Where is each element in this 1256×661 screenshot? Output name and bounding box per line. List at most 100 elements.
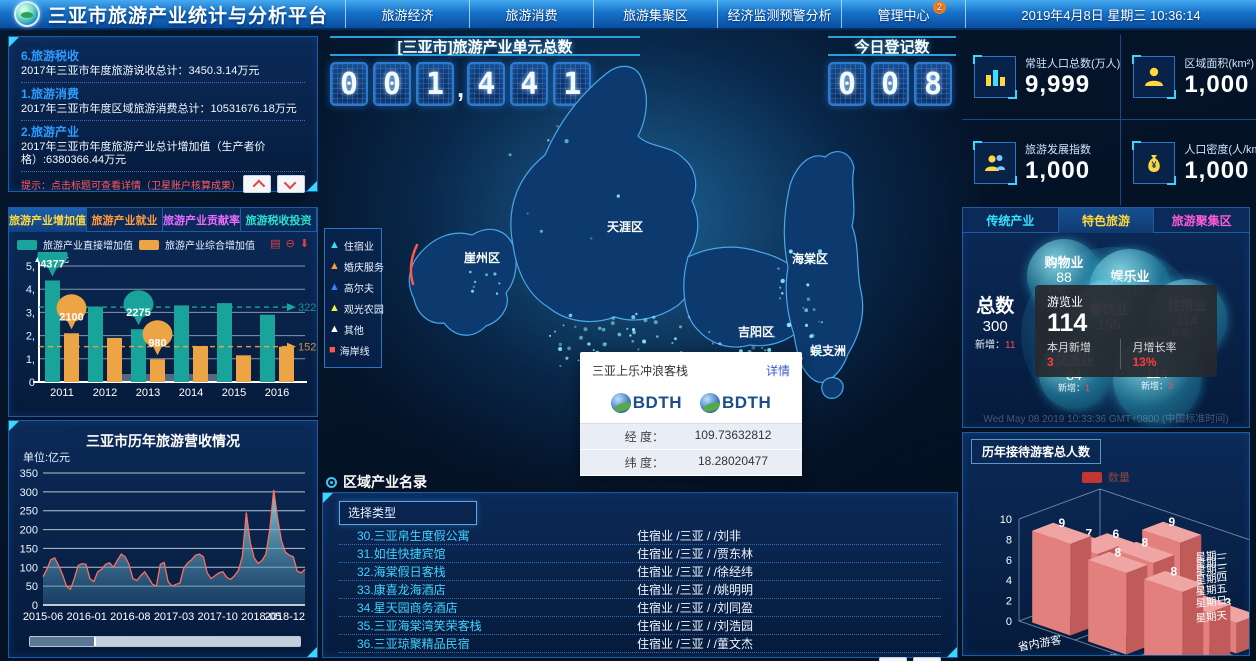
map-legend-item: ▲观光农园	[329, 298, 377, 319]
overview-item-title[interactable]: 6.旅游税收	[21, 47, 305, 64]
svg-text:9: 9	[1169, 515, 1176, 529]
overview-item-title[interactable]: 1.旅游消费	[21, 85, 305, 102]
poi-coordinates: 经 度：109.73632812纬 度：18.28020477	[580, 423, 802, 476]
bdth-logo-text: BDTH	[722, 393, 771, 413]
svg-text:2,: 2,	[26, 331, 35, 343]
poi-detail-link[interactable]: 详情	[766, 362, 790, 379]
industry-tabs: 旅游产业增加值旅游产业就业旅游产业贡献率旅游税收投资	[9, 208, 317, 232]
doc-icon[interactable]: ▤	[270, 239, 280, 250]
overview-item-desc: 2017年三亚市年度区域旅游消费总计：10531676.18万元	[21, 103, 305, 116]
directory-row-detail: 住宿业 /三亚 / /董文杰	[637, 635, 941, 652]
revenue-zoom-slider[interactable]	[29, 636, 301, 647]
svg-text:1,: 1,	[26, 354, 35, 366]
svg-text:2100: 2100	[59, 311, 83, 323]
map-legend-label: 其他	[344, 322, 364, 337]
directory-row-name[interactable]: 34.星天园商务酒店	[339, 599, 637, 616]
industry-bubbles-panel: 传统产业特色旅游旅游聚集区 总数 300 新增：11 购物业88新增：4娱乐业9…	[962, 207, 1250, 428]
kpi-cell: 区域面积(km²)1,000	[1121, 35, 1256, 120]
nav-item-4[interactable]: 经济监测预警分析	[717, 0, 841, 28]
download-icon[interactable]: ⬇	[300, 239, 309, 250]
svg-text:200: 200	[20, 525, 38, 537]
directory-title: 区域产业名录	[343, 472, 427, 492]
directory-row-name[interactable]: 35.三亚海棠湾笑荣客栈	[339, 617, 637, 634]
directory-row[interactable]: 33.康喜龙海酒店住宿业 /三亚 / /姚明明	[339, 581, 941, 599]
directory-row-name[interactable]: 32.海棠假日客栈	[339, 563, 637, 580]
industry-tab-2[interactable]: 旅游产业就业	[87, 208, 163, 232]
nav-item-5[interactable]: 管理中心2	[841, 0, 966, 28]
svg-text:300: 300	[20, 487, 38, 499]
bubble-label: 购物业	[1044, 256, 1083, 270]
legend-label: 旅游产业综合增加值	[165, 237, 255, 252]
directory-next-button[interactable]	[913, 657, 941, 661]
person-icon	[1133, 56, 1175, 98]
svg-text:4: 4	[1006, 575, 1012, 587]
zoom-slider-handle[interactable]	[30, 637, 96, 646]
svg-text:2013: 2013	[136, 387, 160, 399]
overview-item-title[interactable]: 2.旅游产业	[21, 123, 305, 140]
directory-row[interactable]: 30.三亚帛生度假公寓住宿业 /三亚 / /刘非	[339, 527, 941, 545]
nav-item-3[interactable]: 旅游集聚区	[593, 0, 717, 28]
kpi-cell: 常驻人口总数(万人)9,999	[962, 35, 1121, 120]
directory-prev-button[interactable]	[879, 657, 907, 661]
bar-chart-icon	[974, 56, 1016, 98]
svg-text:8: 8	[1142, 535, 1149, 549]
legend-swatch-icon	[139, 240, 159, 250]
nav-item-2[interactable]: 旅游消费	[469, 0, 593, 28]
platform-logo-icon	[14, 1, 40, 27]
type-filter-select[interactable]: 选择类型	[339, 501, 477, 525]
svg-text:350: 350	[20, 468, 38, 480]
directory-row[interactable]: 35.三亚海棠湾笑荣客栈住宿业 /三亚 / /刘浩园	[339, 617, 941, 635]
directory-row[interactable]: 34.星天园商务酒店住宿业 /三亚 / /刘同盈	[339, 599, 941, 617]
bubble-tab-1[interactable]: 传统产业	[963, 208, 1059, 233]
overview-item-desc: 2017年三亚市年度旅游说收总计：3450.3.14万元	[21, 65, 305, 78]
overview-item: 6.旅游税收2017年三亚市年度旅游说收总计：3450.3.14万元	[21, 45, 305, 83]
directory-row-name[interactable]: 33.康喜龙海酒店	[339, 581, 637, 598]
svg-text:¥: ¥	[1152, 160, 1157, 170]
tourism-overview-panel: 6.旅游税收2017年三亚市年度旅游说收总计：3450.3.14万元1.旅游消费…	[8, 36, 318, 192]
nav-item-1[interactable]: 旅游经济	[345, 0, 469, 28]
revenue-unit: 单位:亿元	[23, 449, 70, 465]
directory-row-detail: 住宿业 /三亚 / /徐经纬	[637, 563, 941, 580]
svg-text:2018-12: 2018-12	[265, 611, 305, 623]
svg-text:2011: 2011	[50, 387, 74, 399]
map-legend-item: ▲住宿业	[329, 235, 377, 256]
svg-text:3,: 3,	[26, 307, 35, 319]
industry-tab-4[interactable]: 旅游税收投资	[241, 208, 317, 232]
directory-row[interactable]: 31.如佳快捷宾馆住宿业 /三亚 / /贾东林	[339, 545, 941, 563]
map-legend: ▲住宿业▲婚庆服务▲高尔夫▲观光农园▲其他■海岸线	[324, 228, 382, 368]
svg-text:250: 250	[20, 506, 38, 518]
directory-row-name[interactable]: 36.三亚琼聚精品民宿	[339, 635, 637, 652]
industry-tab-1[interactable]: 旅游产业增加值	[9, 208, 87, 232]
legend-label: 旅游产业直接增加值	[43, 237, 133, 252]
bubble-timestamp: Wed May 08 2019 10:33:36 GMT+0800 (中国标准时…	[963, 410, 1249, 425]
kpi-stats-grid: 常驻人口总数(万人)9,999区域面积(km²)1,000旅游发展指数1,000…	[962, 35, 1250, 205]
revenue-title: 三亚市历年旅游营收情况	[9, 431, 317, 451]
directory-row-detail: 住宿业 /三亚 / /刘非	[637, 527, 941, 544]
bubble-tab-2[interactable]: 特色旅游	[1059, 208, 1155, 233]
overview-prev-button[interactable]	[243, 175, 271, 193]
overview-next-button[interactable]	[277, 175, 305, 193]
triangle-icon: ▲	[329, 303, 340, 314]
revenue-area-chart[interactable]: 0501001502002503003502015-062016-012016-…	[9, 465, 317, 637]
globe-icon	[700, 393, 720, 413]
header: 三亚市旅游产业统计与分析平台 旅游经济旅游消费旅游集聚区经济监测预警分析管理中心…	[0, 0, 1256, 30]
directory-row-detail: 住宿业 /三亚 / /姚明明	[637, 581, 941, 598]
svg-text:2015: 2015	[222, 387, 246, 399]
bubble-chart[interactable]: 总数 300 新增：11 购物业88新增：4娱乐业94新增：3餐饮业155住宿业…	[963, 233, 1249, 429]
industry-bar-chart[interactable]: 01,2,3,4,5,万元201120122013201420152016322…	[9, 252, 317, 410]
overview-item: 1.旅游消费2017年三亚市年度区域旅游消费总计：10531676.18万元	[21, 83, 305, 121]
restore-icon[interactable]: ⊖	[286, 239, 295, 250]
industry-added-value-panel: 旅游产业增加值旅游产业就业旅游产业贡献率旅游税收投资 旅游产业直接增加值 旅游产业…	[8, 207, 318, 417]
directory-row-name[interactable]: 30.三亚帛生度假公寓	[339, 527, 637, 544]
visitors-3d-chart[interactable]: 0246810693785988省内游客入境游客国内游客星期一星期二星期三星期四…	[963, 475, 1249, 655]
triangle-icon: ▲	[329, 324, 340, 335]
directory-row[interactable]: 32.海棠假日客栈住宿业 /三亚 / /徐经纬	[339, 563, 941, 581]
globe-icon	[611, 393, 631, 413]
visitors-title: 历年接待游客总人数	[971, 439, 1101, 464]
svg-text:天涯区: 天涯区	[607, 220, 643, 234]
industry-tab-3[interactable]: 旅游产业贡献率	[163, 208, 241, 232]
directory-row[interactable]: 36.三亚琼聚精品民宿住宿业 /三亚 / /董文杰	[339, 635, 941, 653]
bubble-tab-3[interactable]: 旅游聚集区	[1154, 208, 1249, 233]
header-datetime: 2019年4月8日 星期三 10:36:14	[966, 0, 1256, 28]
directory-row-name[interactable]: 31.如佳快捷宾馆	[339, 545, 637, 562]
